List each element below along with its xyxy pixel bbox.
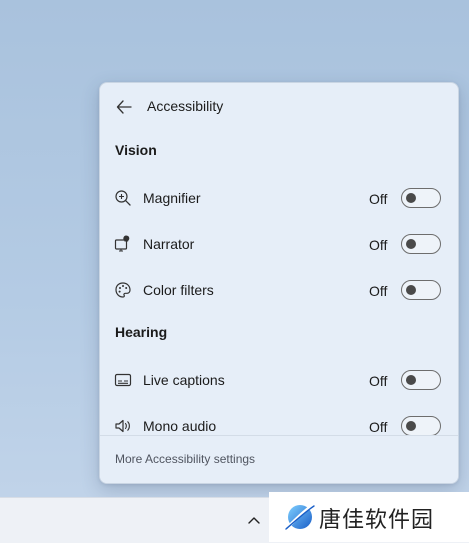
magnifier-toggle[interactable] xyxy=(401,188,441,208)
color-filters-icon xyxy=(115,282,131,298)
color-filters-state: Off xyxy=(369,283,388,299)
live-captions-label: Live captions xyxy=(143,372,225,388)
toggle-knob xyxy=(406,239,416,249)
flyout-title: Accessibility xyxy=(147,98,224,114)
accessibility-flyout: Accessibility Vision Magnifier Off Narra… xyxy=(99,82,459,484)
quick-setting-live-captions[interactable]: Live captions Off xyxy=(100,361,458,401)
chevron-up-icon xyxy=(248,517,260,524)
back-button[interactable] xyxy=(110,95,138,119)
watermark-text: 唐佳软件园 xyxy=(319,508,435,533)
color-filters-label: Color filters xyxy=(143,282,214,298)
watermark: 唐佳软件园 xyxy=(269,492,469,542)
mono-audio-state: Off xyxy=(369,419,388,435)
flyout-footer: More Accessibility settings xyxy=(100,435,458,483)
mono-audio-icon xyxy=(115,419,130,433)
narrator-toggle[interactable] xyxy=(401,234,441,254)
magnifier-state: Off xyxy=(369,191,388,207)
toggle-knob xyxy=(406,285,416,295)
show-hidden-icons-button[interactable] xyxy=(240,506,268,534)
narrator-state: Off xyxy=(369,237,388,253)
section-title-vision: Vision xyxy=(115,142,157,158)
quick-setting-color-filters[interactable]: Color filters Off xyxy=(100,271,458,311)
mono-audio-label: Mono audio xyxy=(143,418,217,434)
magnifier-label: Magnifier xyxy=(143,190,201,206)
quick-setting-narrator[interactable]: Narrator Off xyxy=(100,225,458,265)
live-captions-icon xyxy=(114,373,132,387)
magnifier-icon xyxy=(115,190,131,206)
narrator-label: Narrator xyxy=(143,236,195,252)
quick-setting-magnifier[interactable]: Magnifier Off xyxy=(100,179,458,219)
arrow-left-icon xyxy=(116,100,132,114)
toggle-knob xyxy=(406,375,416,385)
section-title-hearing: Hearing xyxy=(115,324,168,340)
more-accessibility-settings-link[interactable]: More Accessibility settings xyxy=(115,452,255,466)
live-captions-state: Off xyxy=(369,373,388,389)
color-filters-toggle[interactable] xyxy=(401,280,441,300)
live-captions-toggle[interactable] xyxy=(401,370,441,390)
site-logo-icon xyxy=(285,503,315,530)
mono-audio-toggle[interactable] xyxy=(401,416,441,436)
toggle-knob xyxy=(406,421,416,431)
flyout-header: Accessibility xyxy=(100,83,458,129)
toggle-knob xyxy=(406,193,416,203)
narrator-icon xyxy=(114,235,130,252)
